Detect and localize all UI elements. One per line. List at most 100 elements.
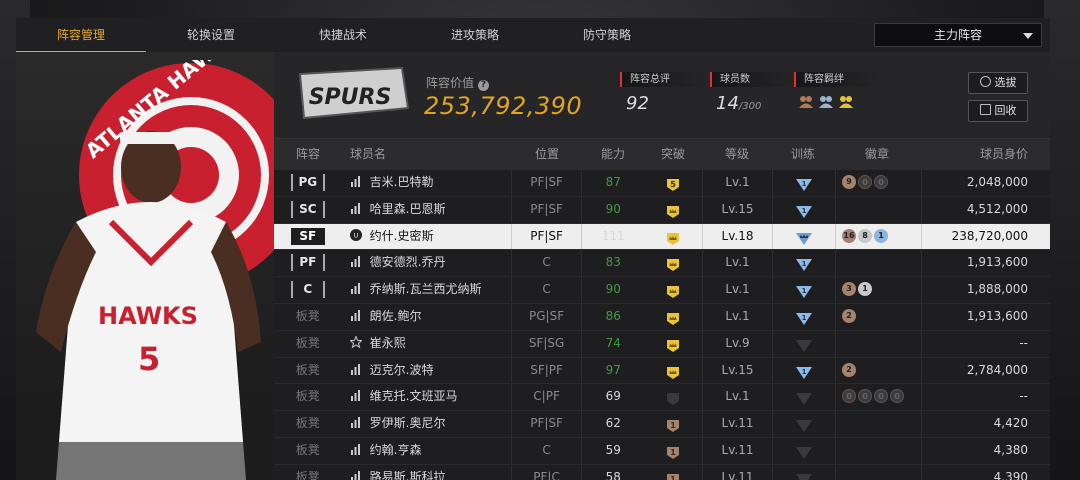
col-level[interactable]: 等级 — [702, 139, 772, 170]
table-row[interactable]: C 乔纳斯.瓦兰西尤纳斯 C 90 Lv.1 1 3 1 1,888,000 — [274, 277, 1050, 304]
row-training[interactable] — [772, 437, 835, 464]
bond-bronze-icon[interactable] — [798, 93, 814, 109]
row-training[interactable] — [772, 411, 835, 437]
row-slot[interactable]: 板凳 — [274, 358, 342, 384]
row-badges[interactable]: 16 8 1 — [835, 223, 921, 250]
col-training[interactable]: 训练 — [772, 139, 834, 170]
stats-bars-icon[interactable] — [350, 439, 362, 455]
row-badges[interactable] — [835, 437, 921, 464]
row-breakthrough[interactable] — [644, 250, 702, 276]
help-icon[interactable]: ? — [478, 80, 490, 91]
row-slot[interactable]: PF — [274, 250, 342, 276]
col-ability[interactable]: 能力 — [582, 139, 644, 170]
row-training[interactable]: 1 — [772, 196, 835, 223]
row-badges[interactable]: 900 — [835, 170, 921, 196]
row-breakthrough[interactable]: 1 — [644, 438, 702, 464]
tab-defense-strategy[interactable]: 防守策略 — [542, 18, 672, 52]
recycle-button[interactable]: 回收 — [968, 100, 1028, 122]
row-slot[interactable]: 板凳 — [274, 331, 342, 357]
tab-rotation-settings[interactable]: 轮换设置 — [146, 18, 276, 52]
stats-bars-icon[interactable] — [350, 251, 362, 268]
row-slot[interactable]: 板凳 — [274, 384, 342, 410]
row-slot[interactable]: 板凳 — [274, 438, 342, 464]
tab-lineup-management[interactable]: 阵容管理 — [16, 18, 146, 53]
col-salary[interactable]: 球员身价 — [920, 139, 1050, 170]
bond-gold-icon[interactable] — [838, 93, 854, 109]
row-training[interactable] — [772, 223, 835, 250]
row-slot[interactable]: 板凳 — [274, 304, 342, 330]
row-breakthrough[interactable] — [644, 384, 702, 410]
row-training[interactable]: 1 — [772, 277, 835, 303]
row-training[interactable] — [772, 330, 835, 357]
table-row[interactable]: 板凳 维克托.文班亚马 C|PF 69 Lv.1 0 0 0 0 -- — [274, 384, 1050, 412]
row-slot[interactable]: C — [274, 277, 342, 303]
table-row[interactable]: 板凳 崔永熙 SF|SG 74 Lv.9 -- — [274, 330, 1050, 358]
col-breakthrough[interactable]: 突破 — [644, 139, 702, 170]
row-breakthrough[interactable]: 1 — [644, 465, 702, 480]
row-level: Lv.1 — [701, 303, 773, 330]
table-row[interactable]: PG 吉米.巴特勒 PF|SF 87 5 Lv.1 1 9 0 0 2,048,000 — [274, 170, 1050, 197]
row-slot[interactable]: 板凳 — [274, 411, 342, 437]
stats-bars-icon[interactable] — [350, 385, 362, 402]
col-badges[interactable]: 徽章 — [834, 139, 920, 170]
row-training[interactable]: 1 — [772, 303, 835, 330]
row-breakthrough[interactable] — [644, 197, 702, 223]
row-badges[interactable] — [835, 330, 921, 357]
row-badges[interactable] — [835, 250, 921, 277]
table-row[interactable]: SF U 约什.史密斯 PF|SF 111 Lv.18 16 8 1 238,720,000 — [274, 223, 1050, 251]
row-breakthrough[interactable]: 1 — [644, 411, 702, 437]
row-slot[interactable]: SC — [274, 197, 342, 223]
stats-bars-icon[interactable] — [350, 198, 362, 214]
row-badges[interactable] — [835, 464, 921, 480]
table-row[interactable]: 板凳 约翰.亨森 C 59 1 Lv.11 4,380 — [274, 437, 1050, 465]
stats-bars-icon[interactable] — [350, 466, 362, 480]
jersey-number-text: 5 — [138, 340, 160, 378]
stats-bars-icon[interactable] — [350, 278, 362, 295]
stats-bars-icon[interactable] — [350, 305, 362, 321]
table-row[interactable]: 板凳 路易斯.斯科拉 PF|C 58 1 Lv.11 4,390 — [274, 464, 1050, 480]
row-badges[interactable]: 2 — [835, 303, 921, 330]
row-training[interactable]: 1 — [772, 250, 835, 277]
player-medal-icon[interactable]: U — [349, 225, 362, 241]
row-badges[interactable] — [835, 196, 921, 223]
row-breakthrough[interactable] — [644, 358, 702, 384]
training-icon — [795, 471, 813, 480]
row-badges[interactable]: 0000 — [835, 384, 921, 411]
row-breakthrough[interactable] — [644, 304, 702, 330]
table-row[interactable]: SC 哈里森.巴恩斯 PF|SF 90 Lv.15 1 4,512,000 — [274, 196, 1050, 224]
roster-table: 阵容 球员名 位置 能力 突破 等级 训练 徽章 球员身价 PG 吉米.巴特勒 PF… — [274, 139, 1050, 480]
stats-bars-icon[interactable] — [350, 171, 362, 187]
row-badges[interactable]: 2 — [835, 357, 921, 384]
row-level: Lv.1 — [701, 277, 773, 303]
col-name[interactable]: 球员名 — [342, 139, 512, 170]
row-slot[interactable]: SF — [274, 224, 342, 250]
row-slot[interactable]: 板凳 — [274, 465, 342, 480]
table-row[interactable]: 板凳 罗伊斯.奥尼尔 PF|SF 62 1 Lv.11 4,420 — [274, 411, 1050, 438]
row-breakthrough[interactable] — [644, 224, 702, 250]
row-slot[interactable]: PG — [274, 170, 342, 196]
row-training[interactable]: 1 — [772, 170, 835, 196]
tab-offense-strategy[interactable]: 进攻策略 — [410, 18, 540, 52]
stats-bars-icon[interactable] — [350, 359, 362, 375]
table-row[interactable]: 板凳 迈克尔.波特 SF|PF 97 Lv.15 1 2 2,784,000 — [274, 357, 1050, 385]
row-breakthrough[interactable] — [644, 331, 702, 357]
row-breakthrough[interactable]: 5 — [644, 170, 702, 196]
lineup-dropdown[interactable]: 主力阵容 — [874, 23, 1042, 47]
col-position[interactable]: 位置 — [512, 139, 582, 170]
table-row[interactable]: PF 德安德烈.乔丹 C 83 Lv.1 1 1,913,600 — [274, 250, 1050, 278]
row-name: 罗伊斯.奥尼尔 — [342, 411, 511, 437]
table-row[interactable]: 板凳 朗佐.鲍尔 PG|SF 86 Lv.1 1 2 1,913,600 — [274, 303, 1050, 331]
select-button[interactable]: 选拔 — [968, 72, 1028, 94]
col-slot[interactable]: 阵容 — [274, 139, 342, 170]
row-training[interactable] — [772, 384, 835, 411]
row-training[interactable] — [772, 464, 835, 480]
row-ability: 87 — [581, 170, 644, 196]
row-breakthrough[interactable] — [644, 277, 702, 303]
tab-quick-tactics[interactable]: 快捷战术 — [278, 18, 408, 52]
row-training[interactable]: 1 — [772, 357, 835, 384]
star-icon[interactable] — [348, 332, 363, 349]
row-badges[interactable] — [835, 411, 921, 437]
stats-bars-icon[interactable] — [350, 412, 362, 429]
bond-silver-icon[interactable] — [818, 93, 834, 109]
row-badges[interactable]: 31 — [835, 277, 921, 303]
